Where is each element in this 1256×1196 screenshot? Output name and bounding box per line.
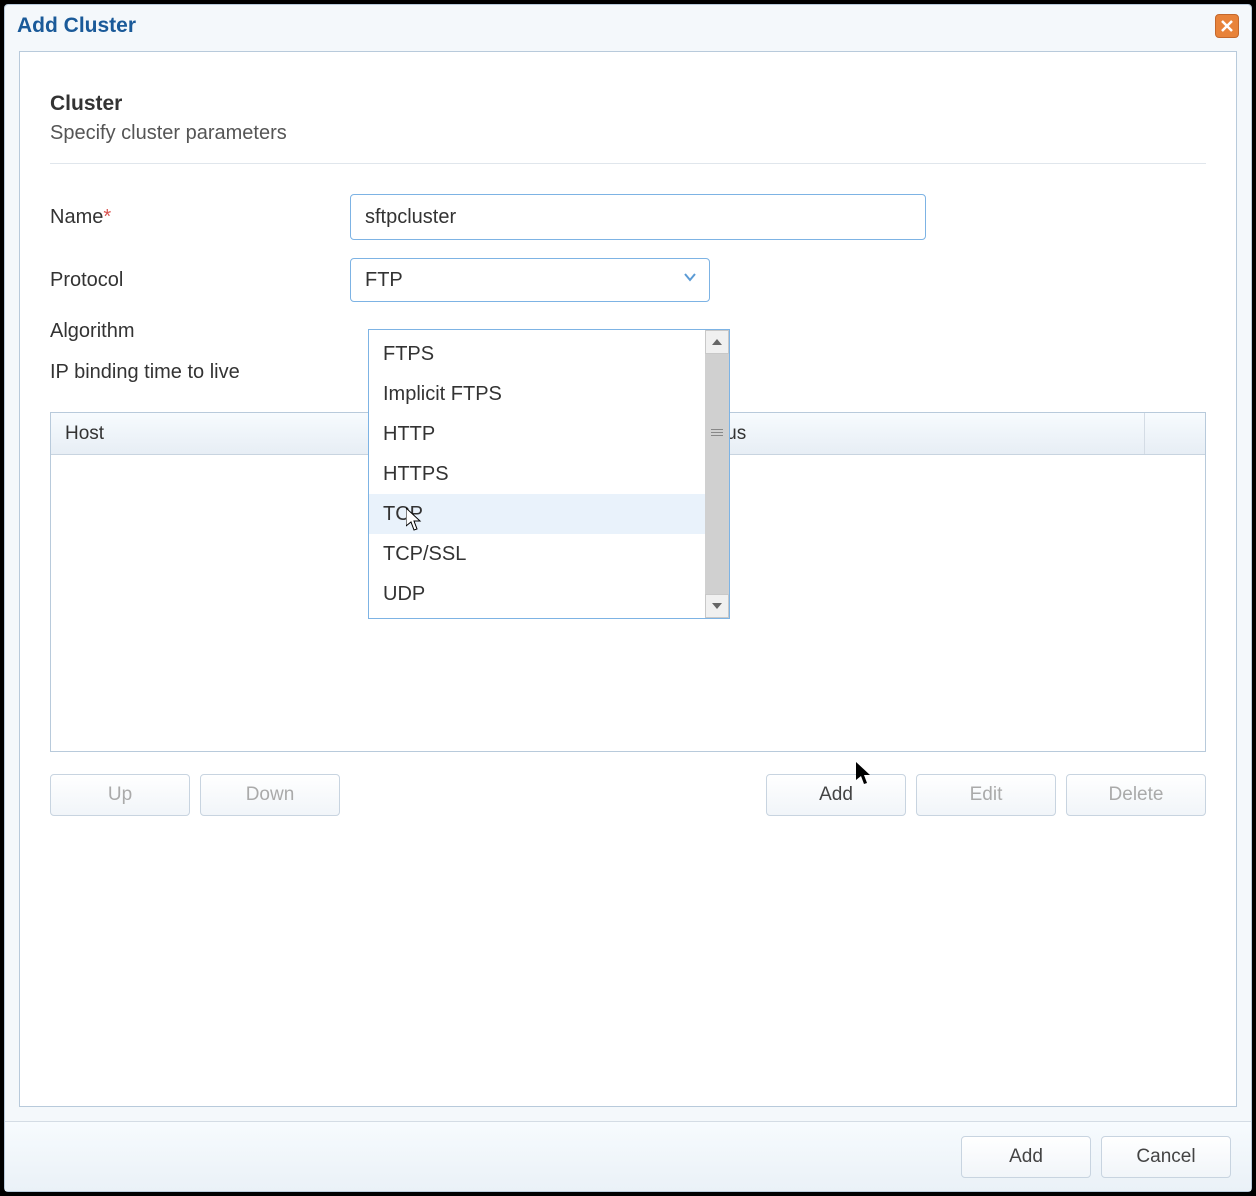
edit-button[interactable]: Edit <box>916 774 1056 816</box>
protocol-selected-value: FTP <box>365 269 403 292</box>
dropdown-list: FTPSImplicit FTPSHTTPHTTPSTCPTCP/SSLUDP <box>369 330 705 618</box>
form-row-protocol: Protocol FTP <box>50 258 1206 302</box>
chevron-down-icon <box>681 268 699 292</box>
divider <box>50 163 1206 164</box>
close-icon <box>1220 19 1234 33</box>
form-row-name: Name* <box>50 194 1206 240</box>
reorder-buttons: Up Down <box>50 774 340 816</box>
footer-add-button[interactable]: Add <box>961 1136 1091 1178</box>
name-label: Name* <box>50 206 350 229</box>
dialog-footer: Add Cancel <box>5 1121 1251 1191</box>
section-title: Cluster <box>50 92 1206 116</box>
dialog-title: Add Cluster <box>17 14 136 38</box>
up-button[interactable]: Up <box>50 774 190 816</box>
dropdown-item[interactable]: HTTP <box>369 414 705 454</box>
grid-add-button[interactable]: Add <box>766 774 906 816</box>
footer-cancel-button[interactable]: Cancel <box>1101 1136 1231 1178</box>
section-subtitle: Specify cluster parameters <box>50 122 1206 145</box>
dropdown-item[interactable]: TCP/SSL <box>369 534 705 574</box>
close-button[interactable] <box>1215 14 1239 38</box>
scroll-up-arrow[interactable] <box>705 330 729 354</box>
add-cluster-dialog: Add Cluster Cluster Specify cluster para… <box>4 4 1252 1192</box>
protocol-select[interactable]: FTP <box>350 258 710 302</box>
protocol-dropdown-panel: FTPSImplicit FTPSHTTPHTTPSTCPTCP/SSLUDP <box>368 329 730 619</box>
delete-button[interactable]: Delete <box>1066 774 1206 816</box>
dropdown-item[interactable]: FTPS <box>369 334 705 374</box>
protocol-label: Protocol <box>50 269 350 292</box>
dialog-header: Add Cluster <box>5 5 1251 47</box>
crud-buttons: Add Edit Delete <box>766 774 1206 816</box>
dropdown-scrollbar[interactable] <box>705 330 729 618</box>
name-input[interactable] <box>350 194 926 240</box>
scroll-down-arrow[interactable] <box>705 594 729 618</box>
grid-col-spacer <box>1145 413 1205 454</box>
grid-col-status[interactable]: tatus <box>691 413 1145 454</box>
name-label-text: Name <box>50 206 103 228</box>
ip-binding-label: IP binding time to live <box>50 361 350 384</box>
grid-button-row: Up Down Add Edit Delete <box>50 774 1206 816</box>
required-indicator: * <box>103 206 111 228</box>
dialog-body: Cluster Specify cluster parameters Name*… <box>19 51 1237 1107</box>
scroll-track[interactable] <box>705 354 729 594</box>
dropdown-item[interactable]: Implicit FTPS <box>369 374 705 414</box>
scroll-thumb[interactable] <box>705 362 729 502</box>
dropdown-item[interactable]: UDP <box>369 574 705 614</box>
down-button[interactable]: Down <box>200 774 340 816</box>
dropdown-item[interactable]: HTTPS <box>369 454 705 494</box>
algorithm-label: Algorithm <box>50 320 350 343</box>
dropdown-item[interactable]: TCP <box>369 494 705 534</box>
